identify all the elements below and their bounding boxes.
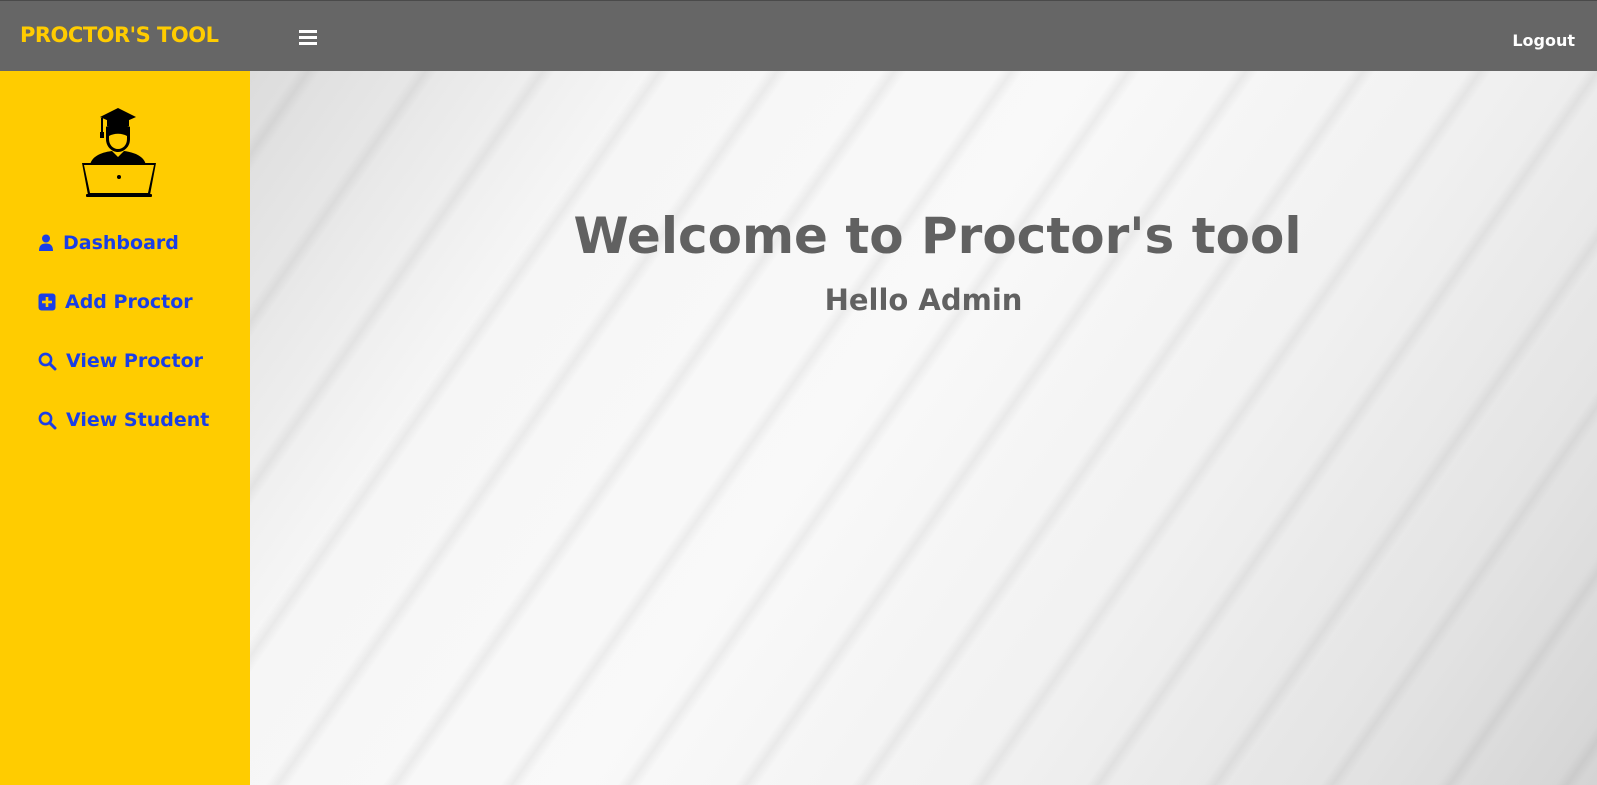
graduate-with-laptop-icon: [80, 103, 160, 198]
page-title: Welcome to Proctor's tool: [573, 207, 1302, 265]
sidebar-item-view-proctor[interactable]: View Proctor: [38, 346, 203, 376]
greeting-text: Hello Admin: [824, 283, 1023, 317]
sidebar-item-label: Dashboard: [63, 232, 179, 254]
logout-button[interactable]: Logout: [1512, 31, 1575, 50]
sidebar: Dashboard Add Proctor View Proctor View …: [0, 71, 250, 785]
main-content: Welcome to Proctor's tool Hello Admin: [250, 71, 1597, 785]
brand-title[interactable]: PROCTOR'S TOOL: [20, 23, 219, 47]
sidebar-item-add-proctor[interactable]: Add Proctor: [38, 287, 193, 317]
sidebar-item-label: View Proctor: [66, 350, 204, 372]
hamburger-menu-icon[interactable]: [297, 26, 319, 48]
sidebar-item-label: View Student: [66, 409, 210, 431]
sidebar-item-label: Add Proctor: [65, 291, 193, 313]
top-navbar: PROCTOR'S TOOL Logout: [0, 0, 1597, 71]
plus-square-icon: [38, 293, 56, 311]
user-icon: [39, 234, 53, 251]
sidebar-item-view-student[interactable]: View Student: [38, 405, 209, 435]
search-icon: [38, 352, 57, 370]
search-icon: [38, 411, 57, 429]
sidebar-item-dashboard[interactable]: Dashboard: [38, 228, 179, 258]
